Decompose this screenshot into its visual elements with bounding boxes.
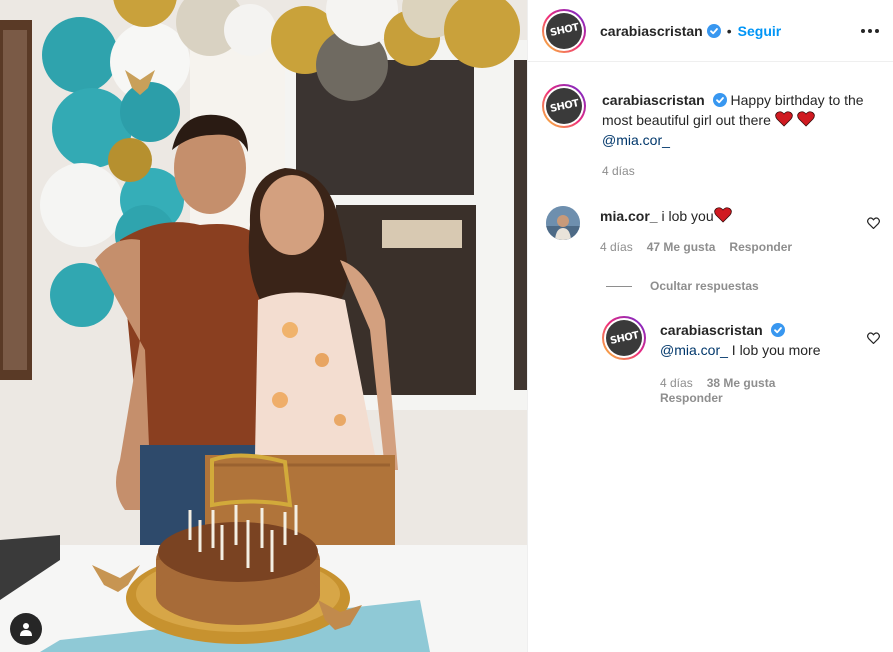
hide-replies-label: Ocultar respuestas: [650, 279, 759, 293]
follow-button[interactable]: Seguir: [738, 23, 782, 39]
commenter-avatar[interactable]: [546, 206, 580, 240]
comment-like-heart-icon[interactable]: [867, 217, 880, 229]
reply-likes-count[interactable]: 38 Me gusta: [707, 376, 776, 390]
avatar-label: SHOT: [548, 22, 580, 39]
tagged-users-button[interactable]: [10, 613, 42, 645]
post-side-panel: SHOT carabiascristan • Seguir SHOT carab…: [527, 0, 893, 652]
hide-replies-line: [606, 285, 632, 287]
post-photo[interactable]: [0, 0, 527, 652]
caption-timestamp: 4 días: [602, 164, 635, 178]
verified-badge-icon: [770, 323, 785, 337]
comment-text: i lob you: [661, 208, 714, 224]
verified-badge-icon: [706, 23, 721, 38]
party-photo-illustration: [0, 0, 527, 652]
avatar-label: SHOT: [548, 97, 580, 115]
commenter-username[interactable]: mia.cor_: [600, 208, 658, 224]
author-avatar[interactable]: SHOT: [542, 8, 586, 53]
reply-text: I lob you more: [727, 342, 821, 358]
reply-meta: 4 días 38 Me gusta Responder: [660, 376, 821, 406]
comment-timestamp: 4 días: [600, 240, 633, 254]
author-username[interactable]: carabiascristan: [600, 23, 703, 39]
avatar-label: SHOT: [608, 329, 640, 347]
verified-badge-icon: [712, 93, 727, 107]
post-header: SHOT carabiascristan • Seguir: [528, 0, 893, 62]
red-heart-emoji: [774, 111, 793, 127]
caption-username[interactable]: carabiascristan: [602, 92, 705, 108]
caption-mention-link[interactable]: @mia.cor_: [602, 132, 670, 148]
reply-username[interactable]: carabiascristan: [660, 322, 763, 338]
comment-meta: 4 días 47 Me gusta Responder: [600, 240, 792, 254]
comments-section: SHOT carabiascristan Happy birthday to t…: [528, 62, 893, 652]
reply-row: SHOT carabiascristan @mia.cor_ I lob you…: [602, 316, 862, 406]
red-heart-emoji: [713, 207, 732, 223]
comment-reply-button[interactable]: Responder: [729, 240, 792, 254]
comment-text-block: mia.cor_ i lob you: [600, 206, 792, 226]
caption-avatar[interactable]: SHOT: [542, 84, 586, 128]
caption-text-block: carabiascristan Happy birthday to the mo…: [602, 90, 878, 150]
hide-replies-button[interactable]: Ocultar respuestas: [606, 279, 759, 293]
reply-mention-link[interactable]: @mia.cor_: [660, 342, 728, 358]
caption-row: SHOT carabiascristan Happy birthday to t…: [542, 84, 882, 178]
user-tag-icon: [20, 623, 32, 636]
red-heart-emoji: [796, 111, 815, 127]
reply-timestamp: 4 días: [660, 376, 693, 390]
reply-reply-button[interactable]: Responder: [660, 391, 723, 405]
reply-like-heart-icon[interactable]: [867, 332, 880, 344]
reply-avatar[interactable]: SHOT: [602, 316, 646, 360]
header-separator: •: [726, 22, 732, 39]
more-options-icon[interactable]: [861, 28, 879, 33]
comment-likes-count[interactable]: 47 Me gusta: [647, 240, 716, 254]
comment-row: mia.cor_ i lob you 4 días 47 Me gusta Resp…: [546, 206, 846, 254]
reply-text-block: carabiascristan @mia.cor_ I lob you more: [660, 320, 821, 360]
